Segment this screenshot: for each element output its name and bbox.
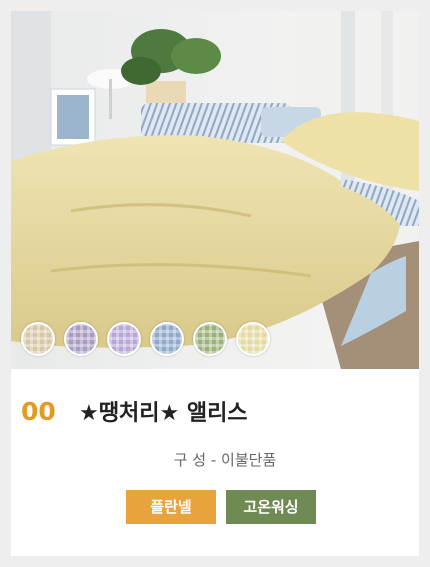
swatch-purple-check[interactable]	[64, 322, 98, 356]
product-image[interactable]	[11, 11, 419, 369]
title-row: 00 ★땡처리★ 앨리스	[21, 394, 248, 428]
swatch-yellow[interactable]	[236, 322, 270, 356]
product-composition: 구 성 - 이불단품	[173, 451, 277, 469]
product-card[interactable]: 00 ★땡처리★ 앨리스 구 성 - 이불단품 플란넬 고온워싱	[11, 11, 419, 556]
tag-flannel: 플란넬	[126, 490, 216, 524]
swatch-blue-floral[interactable]	[150, 322, 184, 356]
swatch-lavender-check[interactable]	[107, 322, 141, 356]
swatch-beige-check[interactable]	[21, 322, 55, 356]
tag-high-temp-washing: 고온워싱	[226, 490, 316, 524]
product-number: 00	[21, 396, 56, 426]
swatch-green[interactable]	[193, 322, 227, 356]
tag-list: 플란넬 고온워싱	[11, 490, 419, 524]
product-title[interactable]: ★땡처리★ 앨리스	[79, 395, 248, 427]
